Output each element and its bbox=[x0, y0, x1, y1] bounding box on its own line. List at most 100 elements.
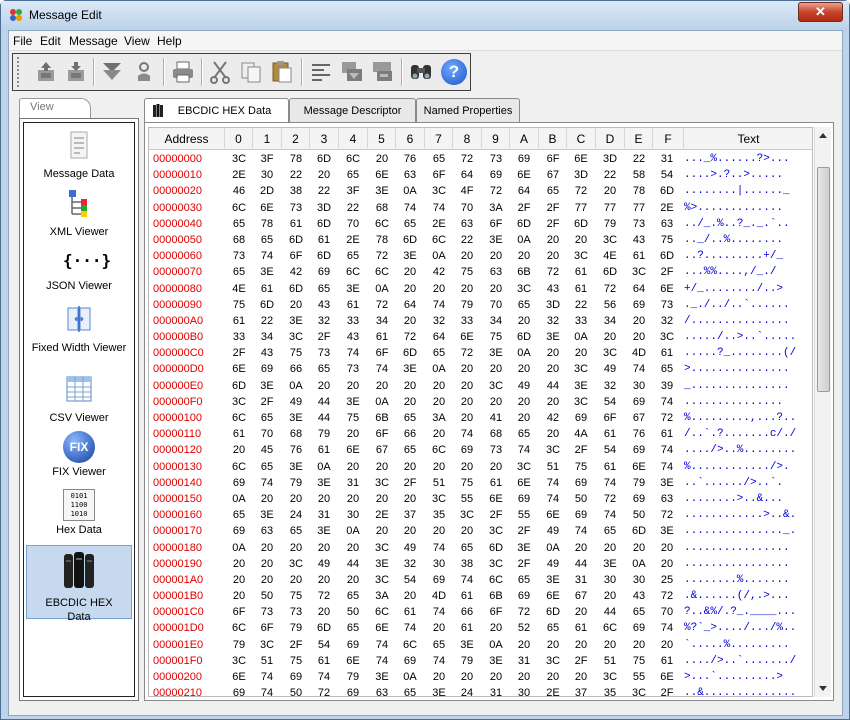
hex-byte-cell[interactable]: 6F bbox=[539, 151, 567, 167]
hex-byte-cell[interactable]: 3F bbox=[253, 151, 281, 167]
hex-byte-cell[interactable]: 20 bbox=[339, 378, 367, 394]
text-cell[interactable]: ........|......_ bbox=[684, 183, 790, 199]
table-row[interactable]: 00000160 65 3E 24 31 30 2E 37 35 3C 2F 55 6E 69 74 50 72… bbox=[149, 507, 812, 523]
hex-byte-cell[interactable]: 3A bbox=[368, 588, 396, 604]
hex-byte-cell[interactable]: 3C bbox=[539, 442, 567, 458]
hex-byte-cell[interactable]: 74 bbox=[425, 297, 453, 313]
hex-byte-cell[interactable]: 6D bbox=[625, 523, 653, 539]
hex-byte-cell[interactable]: 49 bbox=[596, 361, 624, 377]
hex-byte-cell[interactable]: 74 bbox=[339, 345, 367, 361]
hex-byte-cell[interactable]: 6E bbox=[225, 669, 253, 685]
hex-byte-cell[interactable]: 6C bbox=[482, 572, 510, 588]
hex-byte-cell[interactable]: 61 bbox=[339, 297, 367, 313]
hex-byte-cell[interactable]: 22 bbox=[253, 313, 281, 329]
hex-byte-cell[interactable]: 31 bbox=[510, 653, 538, 669]
hex-byte-cell[interactable]: 65 bbox=[310, 281, 338, 297]
hex-byte-cell[interactable]: 20 bbox=[539, 248, 567, 264]
hex-byte-cell[interactable]: 20 bbox=[282, 297, 310, 313]
hex-byte-cell[interactable]: 30 bbox=[596, 572, 624, 588]
hex-byte-cell[interactable]: 44 bbox=[310, 410, 338, 426]
hex-byte-cell[interactable]: 3E bbox=[453, 637, 481, 653]
table-row[interactable]: 00000210 69 74 50 72 69 63 65 3E 24 31 30 2E 37 35 3C 2F… bbox=[149, 685, 812, 696]
hex-byte-cell[interactable]: 6D bbox=[282, 232, 310, 248]
text-cell[interactable]: ...../..>..`..... bbox=[684, 329, 796, 345]
hex-byte-cell[interactable]: 33 bbox=[567, 313, 595, 329]
hex-byte-cell[interactable]: 20 bbox=[567, 345, 595, 361]
hex-byte-cell[interactable]: 49 bbox=[510, 378, 538, 394]
hex-byte-cell[interactable]: 6C bbox=[368, 216, 396, 232]
hex-byte-cell[interactable]: 22 bbox=[596, 167, 624, 183]
hex-byte-cell[interactable]: 0A bbox=[510, 345, 538, 361]
hex-byte-cell[interactable]: 69 bbox=[339, 637, 367, 653]
hex-byte-cell[interactable]: 68 bbox=[225, 232, 253, 248]
hex-byte-cell[interactable]: 3E bbox=[539, 572, 567, 588]
hex-byte-cell[interactable]: 6D bbox=[396, 232, 424, 248]
hex-byte-cell[interactable]: 72 bbox=[482, 183, 510, 199]
hex-byte-cell[interactable]: 70 bbox=[339, 216, 367, 232]
hex-byte-cell[interactable]: 20 bbox=[453, 394, 481, 410]
hex-byte-cell[interactable]: 3F bbox=[339, 183, 367, 199]
hex-byte-cell[interactable]: 61 bbox=[225, 426, 253, 442]
hex-byte-cell[interactable]: 6C bbox=[339, 151, 367, 167]
table-row[interactable]: 00000170 69 63 65 3E 0A 20 20 20 20 3C 2F 49 74 65 6D 3E… bbox=[149, 523, 812, 539]
view-item-json-viewer[interactable]: {···} JSON Viewer bbox=[26, 245, 132, 297]
hex-byte-cell[interactable]: 76 bbox=[625, 426, 653, 442]
print-icon[interactable] bbox=[170, 59, 196, 85]
hex-byte-cell[interactable]: 69 bbox=[567, 507, 595, 523]
hex-byte-cell[interactable]: 75 bbox=[282, 345, 310, 361]
text-cell[interactable]: ...%%....,/_./ bbox=[684, 264, 776, 280]
table-row[interactable]: 00000120 20 45 76 61 6E 67 65 6C 69 73 74 3C 2F 54 69 74… bbox=[149, 442, 812, 458]
hex-byte-cell[interactable]: 6F bbox=[596, 410, 624, 426]
hex-byte-cell[interactable]: 3A bbox=[425, 410, 453, 426]
column-header-hex[interactable]: 1 bbox=[253, 128, 282, 150]
hex-byte-cell[interactable]: 20 bbox=[310, 540, 338, 556]
hex-byte-cell[interactable]: 20 bbox=[567, 669, 595, 685]
hex-byte-cell[interactable]: 50 bbox=[253, 588, 281, 604]
hex-byte-cell[interactable]: 3C bbox=[625, 685, 653, 696]
hex-byte-cell[interactable]: 2E bbox=[225, 167, 253, 183]
hex-byte-cell[interactable]: 74 bbox=[625, 361, 653, 377]
hex-byte-cell[interactable]: 73 bbox=[310, 345, 338, 361]
view-item-ebcdic-hex-data[interactable]: EBCDIC HEX Data bbox=[26, 545, 132, 623]
hex-byte-cell[interactable]: 32 bbox=[653, 313, 681, 329]
hex-byte-cell[interactable]: 70 bbox=[253, 426, 281, 442]
hex-byte-cell[interactable]: 3E bbox=[539, 329, 567, 345]
hex-byte-cell[interactable]: 3C bbox=[567, 394, 595, 410]
hex-byte-cell[interactable]: 67 bbox=[567, 588, 595, 604]
hex-byte-cell[interactable]: 77 bbox=[625, 200, 653, 216]
hex-byte-cell[interactable]: 74 bbox=[567, 523, 595, 539]
hex-byte-cell[interactable]: 56 bbox=[596, 297, 624, 313]
hex-byte-cell[interactable]: 20 bbox=[253, 540, 281, 556]
hex-byte-cell[interactable]: 63 bbox=[653, 216, 681, 232]
hex-byte-cell[interactable]: 72 bbox=[596, 491, 624, 507]
hex-byte-cell[interactable]: 72 bbox=[310, 685, 338, 696]
view-item-message-data[interactable]: Message Data bbox=[26, 129, 132, 181]
hex-byte-cell[interactable]: 75 bbox=[453, 475, 481, 491]
hex-byte-cell[interactable]: 2F bbox=[653, 264, 681, 280]
hex-byte-cell[interactable]: 65 bbox=[339, 248, 367, 264]
hex-byte-cell[interactable]: 20 bbox=[453, 459, 481, 475]
hex-byte-cell[interactable]: 3C bbox=[510, 459, 538, 475]
hex-byte-cell[interactable]: 6D bbox=[596, 264, 624, 280]
hex-byte-cell[interactable]: 2E bbox=[339, 232, 367, 248]
hex-byte-cell[interactable]: 20 bbox=[310, 604, 338, 620]
hex-byte-cell[interactable]: 22 bbox=[625, 151, 653, 167]
hex-byte-cell[interactable]: 3C bbox=[596, 669, 624, 685]
text-cell[interactable]: ..._%......?>... bbox=[684, 151, 790, 167]
text-cell[interactable]: ............... bbox=[684, 394, 783, 410]
column-header-text[interactable]: Text bbox=[684, 128, 812, 150]
table-row[interactable]: 000000B0 33 34 3C 2F 43 61 72 64 6E 75 6D 3E 0A 20 20 3C… bbox=[149, 329, 812, 345]
hex-byte-cell[interactable]: 38 bbox=[453, 556, 481, 572]
hex-byte-cell[interactable]: 43 bbox=[310, 297, 338, 313]
hex-byte-cell[interactable]: 65 bbox=[253, 459, 281, 475]
hex-byte-cell[interactable]: 64 bbox=[453, 167, 481, 183]
help-icon[interactable]: ? bbox=[441, 59, 467, 85]
menu-file[interactable]: File bbox=[13, 34, 32, 48]
hex-byte-cell[interactable]: 3C bbox=[482, 556, 510, 572]
hex-byte-cell[interactable]: 51 bbox=[253, 653, 281, 669]
hex-byte-cell[interactable]: 3C bbox=[567, 361, 595, 377]
hex-byte-cell[interactable]: 20 bbox=[282, 540, 310, 556]
hex-byte-cell[interactable]: 73 bbox=[339, 361, 367, 377]
hex-byte-cell[interactable]: 20 bbox=[539, 394, 567, 410]
hex-byte-cell[interactable]: 34 bbox=[253, 329, 281, 345]
